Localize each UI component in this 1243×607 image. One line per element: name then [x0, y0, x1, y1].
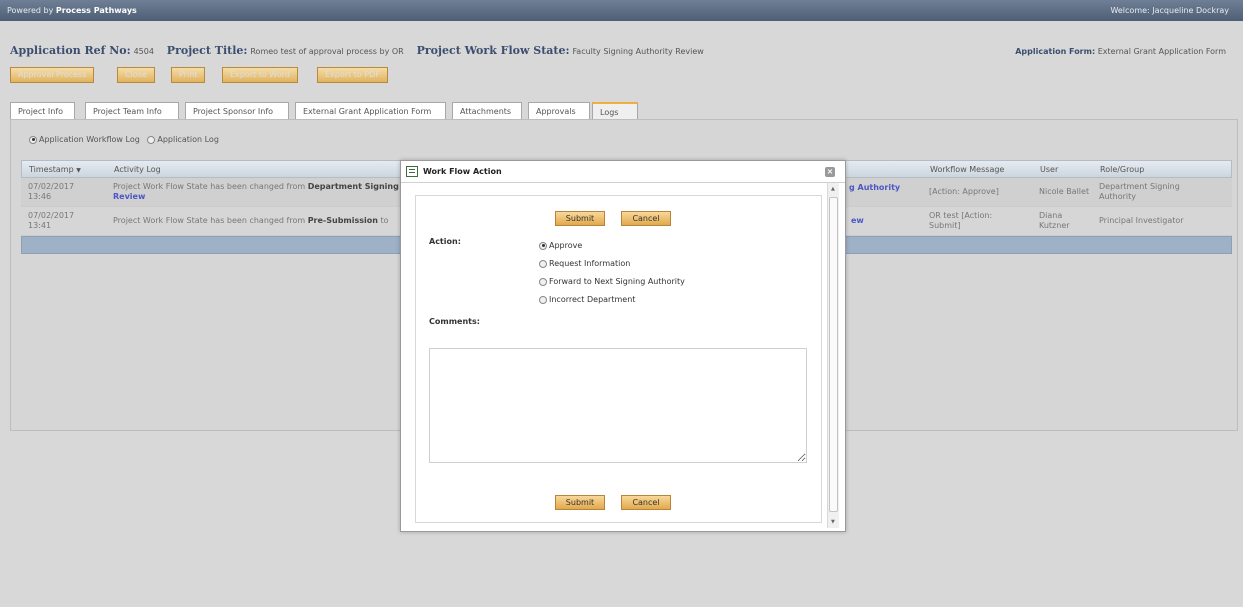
- log-type-selector: Application Workflow Log Application Log: [29, 135, 219, 144]
- row-user: Diana Kutzner: [1039, 211, 1070, 231]
- row-user: Nicole Ballet: [1039, 187, 1090, 196]
- app-ref-label: Application Ref No:: [10, 44, 131, 57]
- app-form-value: External Grant Application Form: [1097, 47, 1226, 56]
- cancel-button-top[interactable]: Cancel: [621, 211, 671, 226]
- request-information-option-label: Request Information: [549, 259, 631, 268]
- print-button[interactable]: Print: [171, 67, 206, 83]
- row-timestamp: 07/02/2017 13:41: [28, 211, 74, 231]
- form-icon: [406, 166, 418, 177]
- role-column-header[interactable]: Role/Group: [1100, 161, 1144, 178]
- app-ref-value: 4504: [133, 47, 154, 56]
- tab-approvals[interactable]: Approvals: [528, 102, 590, 120]
- powered-by-brand: Process Pathways: [55, 6, 137, 15]
- project-title-label: Project Title:: [166, 44, 248, 57]
- row-message: [Action: Approve]: [929, 187, 999, 196]
- activity-link-right[interactable]: g Authority: [849, 183, 900, 193]
- row-message-line2: Submit]: [929, 221, 961, 230]
- application-form-info: Application Form: External Grant Applica…: [1015, 47, 1226, 56]
- action-option-forward[interactable]: Forward to Next Signing Authority: [539, 277, 685, 286]
- approve-option-label: Approve: [549, 241, 583, 250]
- welcome-text: Welcome: Jacqueline Dockray: [1110, 6, 1229, 15]
- action-option-incorrect-department[interactable]: Incorrect Department: [539, 295, 635, 304]
- dialog-title-bar: Work Flow Action ×: [401, 161, 845, 183]
- workflow-state-label: Project Work Flow State:: [416, 44, 570, 57]
- message-column-header[interactable]: Workflow Message: [930, 161, 1004, 178]
- app-form-label: Application Form:: [1015, 47, 1096, 56]
- activity-state-from: Pre-Submission: [307, 216, 378, 225]
- activity-link-right[interactable]: ew: [851, 216, 864, 226]
- approval-process-button[interactable]: Approval Process: [10, 67, 95, 83]
- activity-suffix: to: [380, 216, 389, 225]
- comments-label: Comments:: [429, 317, 480, 326]
- action-option-approve[interactable]: Approve: [539, 241, 582, 250]
- forward-option-label: Forward to Next Signing Authority: [549, 277, 685, 286]
- row-role-line2: Authority: [1099, 192, 1137, 201]
- action-option-request-information[interactable]: Request Information: [539, 259, 630, 268]
- row-role: Principal Investigator: [1099, 216, 1184, 225]
- export-to-pdf-button[interactable]: Export to PDF: [317, 67, 388, 83]
- row-user-line2: Kutzner: [1039, 221, 1070, 230]
- scroll-down-icon[interactable]: ▼: [831, 519, 835, 525]
- row-message: OR test [Action: Submit]: [929, 211, 992, 231]
- row-activity: Project Work Flow State has been changed…: [113, 182, 399, 202]
- workflow-log-radio[interactable]: [29, 135, 37, 144]
- activity-link[interactable]: Review: [113, 192, 145, 201]
- tab-attachments[interactable]: Attachments: [452, 102, 522, 120]
- export-to-word-button[interactable]: Export to Word: [222, 67, 298, 83]
- request-information-radio[interactable]: [539, 259, 547, 268]
- scrollbar-thumb[interactable]: [829, 197, 838, 512]
- activity-text: Project Work Flow State has been changed…: [113, 216, 306, 225]
- row-time: 13:46: [28, 192, 52, 201]
- work-flow-action-dialog: Work Flow Action × Submit Cancel Action:…: [400, 160, 846, 532]
- activity-column-header[interactable]: Activity Log: [114, 161, 161, 178]
- row-date: 07/02/2017: [28, 182, 75, 191]
- tab-logs[interactable]: Logs: [592, 102, 638, 120]
- scroll-up-icon[interactable]: ▲: [831, 186, 835, 192]
- app-log-label: Application Log: [157, 135, 219, 144]
- activity-text: Project Work Flow State has been changed…: [113, 182, 306, 191]
- tab-project-team-info[interactable]: Project Team Info: [85, 102, 179, 120]
- top-bar: Powered by Process Pathways Welcome: Jac…: [0, 0, 1243, 21]
- dialog-scrollbar[interactable]: ▲ ▼: [827, 183, 839, 528]
- row-time: 13:41: [28, 221, 52, 230]
- action-label: Action:: [429, 237, 461, 246]
- row-role: Department Signing Authority: [1099, 182, 1180, 202]
- submit-button-top[interactable]: Submit: [555, 211, 605, 226]
- tab-external-grant-application-form[interactable]: External Grant Application Form: [295, 102, 446, 120]
- dialog-body: Submit Cancel Action: Approve Request In…: [415, 195, 822, 523]
- row-activity: Project Work Flow State has been changed…: [113, 216, 389, 226]
- sort-arrow-icon: ▼: [76, 167, 81, 174]
- row-date: 07/02/2017: [28, 211, 75, 220]
- workflow-state-value: Faculty Signing Authority Review: [572, 47, 704, 56]
- tab-project-info[interactable]: Project Info: [10, 102, 75, 120]
- cancel-button-bottom[interactable]: Cancel: [621, 495, 671, 510]
- dialog-title: Work Flow Action: [423, 167, 502, 176]
- tab-project-sponsor-info[interactable]: Project Sponsor Info: [185, 102, 289, 120]
- submit-button-bottom[interactable]: Submit: [555, 495, 605, 510]
- activity-state-from: Department Signing: [307, 182, 399, 191]
- timestamp-header-label: Timestamp: [29, 165, 74, 174]
- incorrect-department-radio[interactable]: [539, 295, 547, 304]
- row-role-line1: Department Signing: [1099, 182, 1180, 191]
- close-button[interactable]: Close: [117, 67, 155, 83]
- incorrect-department-option-label: Incorrect Department: [549, 295, 636, 304]
- app-log-radio[interactable]: [147, 135, 156, 144]
- powered-by-prefix: Powered by: [7, 6, 54, 15]
- workflow-log-label: Application Workflow Log: [39, 135, 140, 144]
- approve-radio[interactable]: [539, 241, 547, 250]
- forward-radio[interactable]: [539, 277, 547, 286]
- row-message-line1: OR test [Action:: [929, 211, 993, 220]
- row-user-line1: Diana: [1039, 211, 1063, 220]
- close-icon[interactable]: ×: [825, 167, 835, 177]
- project-title-value: Romeo test of approval process by OR: [250, 47, 404, 56]
- user-column-header[interactable]: User: [1040, 161, 1058, 178]
- application-header: Application Ref No: 4504 Project Title: …: [10, 44, 714, 57]
- row-timestamp: 07/02/2017 13:46: [28, 182, 74, 202]
- timestamp-column-header[interactable]: Timestamp ▼: [29, 161, 81, 179]
- comments-textarea[interactable]: [429, 348, 807, 463]
